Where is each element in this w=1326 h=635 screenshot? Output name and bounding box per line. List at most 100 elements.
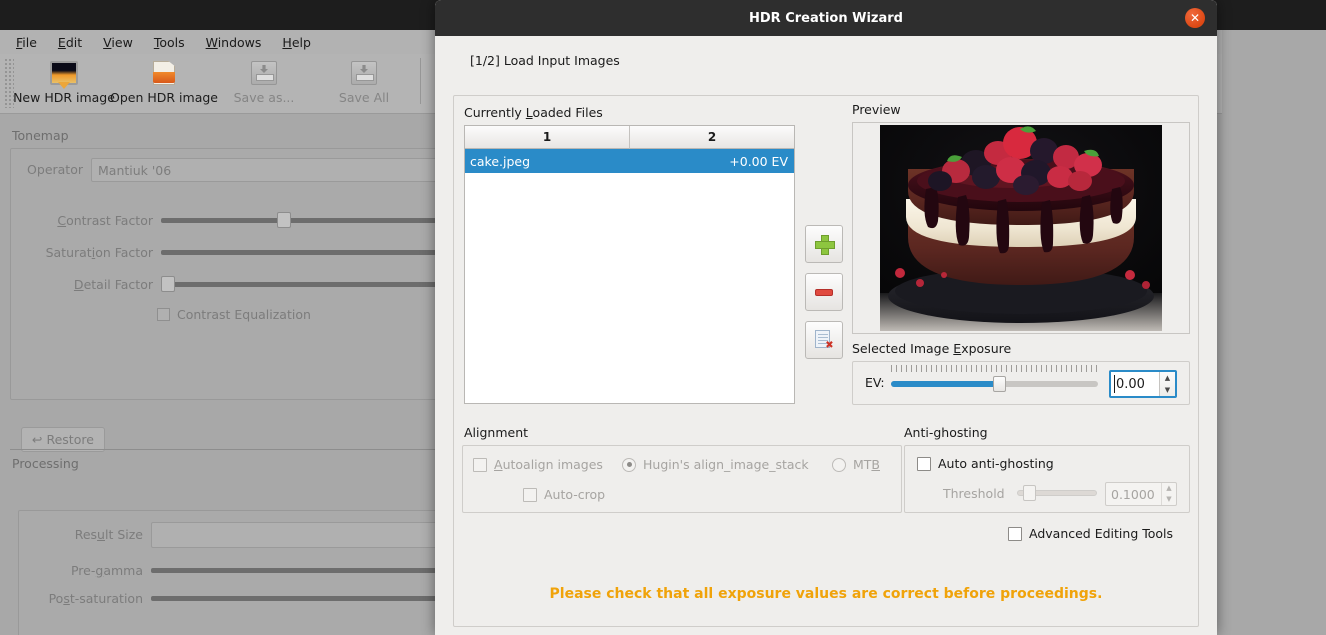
operator-label: Operator [27,162,83,177]
toolbar-save-all: Save All [314,54,414,110]
threshold-label: Threshold [943,486,1005,501]
auto-crop-label: Auto-crop [544,487,606,502]
table-row[interactable]: cake.jpeg +0.00 EV [465,149,794,173]
autoalign-images-checkbox: Autoalign images [473,457,603,472]
close-icon[interactable]: ✕ [1185,8,1205,28]
hugin-align-radio: Hugin's align_image_stack [622,457,809,472]
dialog-title: HDR Creation Wizard [749,10,903,26]
toolbar-open-hdr-image[interactable]: Open HDR image [110,54,218,110]
operator-value: Mantiuk '06 [98,162,172,178]
preview-image [880,125,1162,331]
ev-value-field[interactable]: 0.00 [1111,372,1159,396]
ev-slider-handle[interactable] [992,376,1006,392]
auto-antighosting-checkbox-box[interactable] [917,456,931,471]
contrast-factor-label: Contrast Factor [57,213,153,228]
toolbar-save-as-label: Save as... [233,90,295,105]
result-size-label: Result Size [74,527,143,542]
spinner-up-icon[interactable]: ▲ [1160,372,1175,384]
menu-help[interactable]: Help [274,33,319,52]
menu-tools[interactable]: Tools [146,33,193,52]
mtb-radio: MTB [832,457,880,472]
loaded-files-title: Currently Loaded Files [464,105,603,120]
toolbar-drag-handle[interactable] [4,58,14,108]
alignment-group: Autoalign images Hugin's align_image_sta… [462,445,902,513]
pre-gamma-label: Pre-gamma [70,563,143,578]
threshold-spinner-up-icon: ▲ [1166,484,1172,492]
file-ev-cell: +0.00 EV [729,153,788,169]
advanced-editing-tools-label: Advanced Editing Tools [1029,526,1174,541]
ev-spinner-arrows[interactable]: ▲ ▼ [1159,372,1175,396]
tonemap-section-title: Tonemap [12,128,69,143]
screen: File Edit View Tools Windows Help New HD… [0,0,1326,635]
table-header-col-1[interactable]: 1 [465,126,630,149]
spinner-down-icon[interactable]: ▼ [1160,384,1175,396]
clear-list-icon: ✖ [814,330,834,351]
save-all-icon [347,59,381,87]
ev-slider[interactable] [891,365,1098,394]
open-hdr-image-icon [147,59,181,87]
ev-slider-ticks [891,365,1098,372]
table-header-row: 1 2 [465,126,794,149]
hugin-radio-button [622,457,636,472]
ev-value: 0.00 [1116,376,1145,392]
autoalign-checkbox-box [473,457,487,472]
table-header-col-2[interactable]: 2 [630,126,794,149]
clear-list-button[interactable]: ✖ [805,321,843,359]
toolbar-save-all-label: Save All [338,90,390,105]
ev-spinbox[interactable]: 0.00 ▲ ▼ [1109,370,1177,398]
saturation-factor-label: Saturation Factor [45,245,153,260]
toolbar-new-hdr-image[interactable]: New HDR image [13,54,115,110]
toolbar-separator [420,58,421,104]
threshold-spinner-down-icon: ▼ [1166,495,1172,503]
exposure-title: Selected Image Exposure [852,341,1012,356]
menu-edit[interactable]: Edit [50,33,90,52]
threshold-slider [1017,484,1097,502]
contrast-equalization-label: Contrast Equalization [177,307,311,322]
menu-view[interactable]: View [95,33,141,52]
antighosting-group: Auto anti-ghosting Threshold 0.1000 ▲ ▼ [904,445,1190,513]
restore-arrow-icon: ↩ [32,432,43,447]
threshold-spinbox: 0.1000 ▲ ▼ [1105,482,1177,506]
add-images-button[interactable] [805,225,843,263]
toolbar-open-hdr-image-label: Open HDR image [110,90,218,105]
remove-image-button[interactable] [805,273,843,311]
preview-image-svg [880,125,1162,331]
auto-crop-checkbox: Auto-crop [523,487,605,502]
dialog-body: [1/2] Load Input Images Currently Loaded… [435,53,1217,627]
preview-title: Preview [852,102,901,117]
preview-frame [852,122,1190,334]
save-as-icon [247,59,281,87]
toolbar-new-hdr-image-label: New HDR image [13,90,115,105]
toolbar-save-as: Save as... [214,54,314,110]
minus-icon [815,288,833,296]
menu-windows[interactable]: Windows [198,33,270,52]
hdr-creation-wizard-dialog: HDR Creation Wizard ✕ [1/2] Load Input I… [435,0,1217,635]
ev-label: EV: [865,375,885,390]
restore-button-label: Restore [46,432,94,447]
detail-factor-label: Detail Factor [73,277,153,292]
plus-icon [815,235,835,255]
loaded-files-table[interactable]: 1 2 cake.jpeg +0.00 EV [464,125,795,404]
exposure-frame: EV: 0.00 ▲ ▼ [852,361,1190,405]
menu-file[interactable]: File [8,33,45,52]
text-cursor [1114,375,1115,393]
contrast-equalization-box [157,308,170,321]
antighosting-title: Anti-ghosting [904,425,988,440]
warning-message: Please check that all exposure values ar… [549,586,1103,602]
advanced-editing-tools-box[interactable] [1008,526,1022,541]
processing-section-title: Processing [12,456,79,471]
auto-antighosting-label: Auto anti-ghosting [938,456,1054,471]
hugin-label: Hugin's align_image_stack [643,457,809,472]
auto-crop-checkbox-box [523,487,537,502]
alignment-title: Alignment [464,425,529,440]
post-saturation-label: Post-saturation [48,591,143,606]
mtb-radio-button [832,457,846,472]
file-name-cell: cake.jpeg [465,149,630,173]
contrast-equalization-checkbox[interactable]: Contrast Equalization [157,307,311,322]
dialog-titlebar: HDR Creation Wizard ✕ [435,0,1217,36]
wizard-step-label: [1/2] Load Input Images [470,53,620,68]
mtb-label: MTB [853,457,880,472]
advanced-editing-tools-checkbox[interactable]: Advanced Editing Tools [1008,526,1173,541]
auto-antighosting-checkbox[interactable]: Auto anti-ghosting [917,456,1054,471]
new-hdr-image-icon [47,59,81,87]
